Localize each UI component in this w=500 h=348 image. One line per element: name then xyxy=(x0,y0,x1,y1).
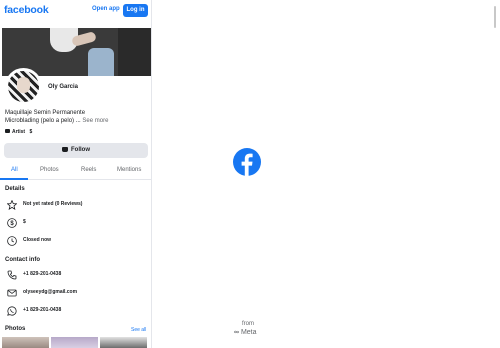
phone-row: +1 829-201-0438 xyxy=(5,269,150,281)
whatsapp-text[interactable]: +1 829-201-0438 xyxy=(23,307,61,313)
from-label: from xyxy=(242,321,254,327)
open-app-link[interactable]: Open app xyxy=(92,6,120,12)
mail-icon xyxy=(7,289,17,297)
top-bar: facebook Open app Log in xyxy=(0,0,151,21)
meta-infinity-icon: ∞ xyxy=(234,329,239,336)
rating-row: Not yet rated (0 Reviews) xyxy=(5,199,150,211)
category-label: Artist xyxy=(12,129,26,135)
see-more-link[interactable]: See more xyxy=(82,118,108,124)
avatar[interactable] xyxy=(5,68,42,105)
category-row: Artist $ xyxy=(5,129,32,135)
svg-text:$: $ xyxy=(10,221,14,227)
photos-title: Photos xyxy=(5,326,26,332)
bio-line-1: Maquillaje Semin Permanente xyxy=(5,110,86,116)
active-tab-indicator xyxy=(0,178,28,180)
photo-thumbnail-2[interactable] xyxy=(51,337,98,348)
phone-icon xyxy=(7,270,17,280)
bio-text: Microblading (pelo a pelo) ... xyxy=(5,118,81,124)
hours-text: Closed now xyxy=(23,237,52,243)
facebook-logo-icon xyxy=(233,148,261,176)
email-row: olyseeydg@gmail.com xyxy=(5,287,150,299)
clock-icon xyxy=(7,236,17,246)
scrollbar[interactable] xyxy=(494,6,496,28)
tab-photos[interactable]: Photos xyxy=(40,167,59,173)
hours-row: Closed now xyxy=(5,235,150,247)
photo-thumbnail-3[interactable] xyxy=(100,337,147,348)
profile-name: Oly Garcia xyxy=(48,84,79,90)
whatsapp-icon xyxy=(7,306,17,316)
tab-reels[interactable]: Reels xyxy=(81,167,96,173)
contact-title: Contact info xyxy=(5,257,40,263)
rating-text[interactable]: Not yet rated (0 Reviews) xyxy=(23,201,82,207)
follow-icon xyxy=(62,146,68,152)
star-icon xyxy=(7,200,17,210)
follow-button[interactable]: Follow xyxy=(4,143,148,158)
briefcase-icon xyxy=(5,129,10,133)
meta-wordmark: Meta xyxy=(240,329,257,336)
meta-logo: ∞ Meta xyxy=(234,329,257,336)
details-title: Details xyxy=(5,186,25,192)
facebook-wordmark[interactable]: facebook xyxy=(4,4,49,16)
price-range-text: $ xyxy=(23,219,26,225)
email-text[interactable]: olyseeydg@gmail.com xyxy=(23,289,77,295)
bio-line-2: Microblading (pelo a pelo) ... See more xyxy=(5,118,108,124)
price-label: $ xyxy=(29,129,33,135)
phone-text[interactable]: +1 829-201-0438 xyxy=(23,271,61,277)
follow-label: Follow xyxy=(71,147,90,153)
whatsapp-row: +1 829-201-0438 xyxy=(5,305,150,317)
tab-mentions[interactable]: Mentions xyxy=(117,167,141,173)
see-all-photos-link[interactable]: See all xyxy=(131,327,146,333)
mobile-page-column: facebook Open app Log in Oly Garcia Maqu… xyxy=(0,0,152,348)
dollar-icon: $ xyxy=(7,218,17,228)
tab-all[interactable]: All xyxy=(11,167,18,173)
profile-tabs: All Photos Reels Mentions xyxy=(0,162,151,180)
login-button[interactable]: Log in xyxy=(123,4,148,17)
photo-thumbnail-1[interactable] xyxy=(2,337,49,348)
price-range-row: $ $ xyxy=(5,217,150,229)
